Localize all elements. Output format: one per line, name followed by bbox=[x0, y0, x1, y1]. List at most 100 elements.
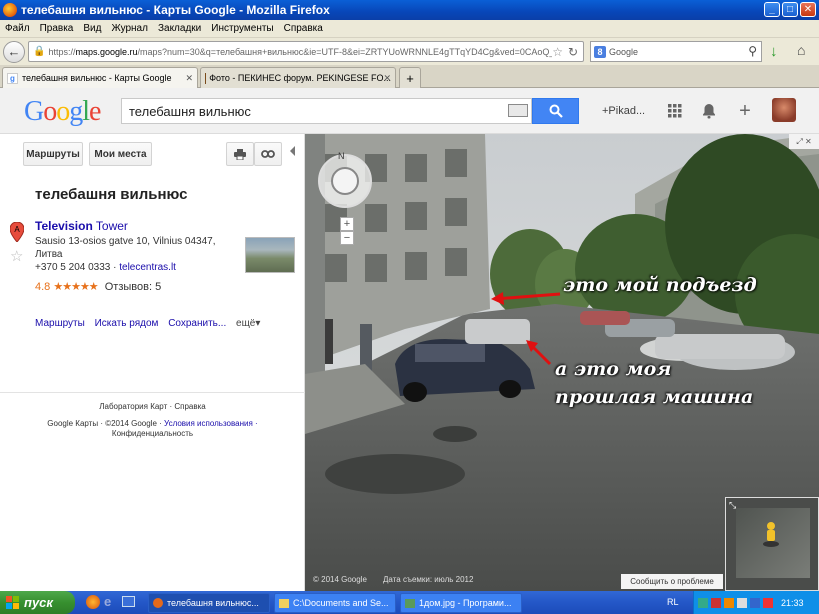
red-marker-a-icon[interactable]: A bbox=[10, 222, 24, 242]
menu-bar: Файл Правка Вид Журнал Закладки Инструме… bbox=[0, 20, 819, 38]
routes-button[interactable]: Маршруты bbox=[23, 142, 83, 166]
taskbar-explorer-window[interactable]: C:\Documents and Se... bbox=[274, 593, 396, 613]
tab-forum-photo[interactable]: Фото - ПЕКИНЕС форум. PEKINGESE FO... ✕ bbox=[200, 67, 396, 88]
maps-search-input[interactable]: телебашня вильнюс bbox=[121, 98, 532, 124]
close-tab-icon[interactable]: ✕ bbox=[185, 73, 193, 84]
close-tab-icon[interactable]: ✕ bbox=[383, 73, 391, 84]
address-line: Sausio 13-osios gatve 10, Vilnius 04347,… bbox=[35, 236, 216, 260]
google-header: Google телебашня вильнюс +Pikad... + bbox=[0, 88, 819, 134]
privacy-link[interactable]: Конфиденциальность bbox=[0, 428, 305, 439]
url-domain: maps.google.ru bbox=[75, 46, 138, 57]
more-link[interactable]: ещё▾ bbox=[236, 318, 260, 329]
place-photo-thumbnail[interactable] bbox=[245, 237, 295, 273]
add-star-icon[interactable]: ☆ bbox=[10, 247, 23, 265]
taskbar-firefox-window[interactable]: телебашня вильнюс... bbox=[148, 593, 270, 613]
firefox-quicklaunch-icon[interactable] bbox=[86, 595, 100, 609]
tab-google-maps[interactable]: g телебашня вильнюс - Карты Google ✕ bbox=[2, 67, 198, 88]
website-link[interactable]: telecentras.lt bbox=[119, 262, 176, 273]
street-view-panorama[interactable]: N + − ⤢ ✕ это мой подъезд а это моя прош… bbox=[305, 134, 819, 591]
menu-view[interactable]: Вид bbox=[78, 23, 106, 34]
google-logo[interactable]: Google bbox=[24, 96, 101, 128]
rating-value: 4.8 bbox=[35, 281, 51, 293]
save-link[interactable]: Сохранить... bbox=[168, 318, 226, 329]
pan-control[interactable]: N bbox=[318, 151, 372, 208]
menu-bookmarks[interactable]: Закладки bbox=[153, 23, 206, 34]
print-button[interactable] bbox=[226, 142, 254, 166]
link-button[interactable] bbox=[254, 142, 282, 166]
windows-taskbar: пуск e телебашня вильнюс... C:\Documents… bbox=[0, 591, 819, 614]
directions-link[interactable]: Маршруты bbox=[35, 318, 85, 329]
reload-icon[interactable]: ↻ bbox=[567, 45, 578, 59]
home-icon[interactable]: ⌂ bbox=[797, 42, 805, 58]
mini-map[interactable]: ⤡ bbox=[725, 497, 819, 591]
clock[interactable]: 21:33 bbox=[781, 598, 804, 608]
menu-history[interactable]: Журнал bbox=[106, 23, 153, 34]
google-plus-user-link[interactable]: +Pikad... bbox=[602, 105, 645, 117]
browser-search-box[interactable]: 8 Google ⚲ bbox=[590, 41, 762, 62]
phone-number: +370 5 204 0333 bbox=[35, 262, 111, 273]
link-icon bbox=[261, 150, 275, 158]
divider bbox=[0, 392, 305, 393]
search-engine-icon[interactable]: 8 bbox=[594, 45, 606, 58]
search-icon bbox=[549, 104, 563, 118]
pegman-icon[interactable] bbox=[762, 521, 780, 547]
back-button[interactable]: ← bbox=[3, 40, 25, 63]
globe-icon: 🔒 bbox=[33, 46, 46, 57]
new-tab-button[interactable]: + bbox=[399, 67, 421, 88]
bookmark-star-icon[interactable]: ☆ bbox=[552, 45, 563, 59]
url-bar[interactable]: 🔒 https://maps.google.ru/maps?num=30&q=т… bbox=[28, 41, 584, 62]
menu-edit[interactable]: Правка bbox=[35, 23, 79, 34]
collapse-panel-icon[interactable] bbox=[290, 146, 295, 156]
place-name-second: Tower bbox=[95, 219, 128, 233]
window-title: телебашня вильнюс - Карты Google - Mozil… bbox=[21, 3, 330, 17]
zoom-out-button[interactable]: − bbox=[340, 231, 354, 245]
expand-minimap-icon[interactable]: ⤡ bbox=[729, 500, 736, 511]
download-icon[interactable]: ↓ bbox=[770, 43, 778, 60]
url-prefix: https:// bbox=[48, 46, 76, 57]
ie-quicklaunch-icon[interactable]: e bbox=[104, 594, 111, 609]
zoom-in-button[interactable]: + bbox=[340, 217, 354, 231]
report-problem-link[interactable]: Сообщить о проблеме bbox=[621, 574, 723, 589]
menu-help[interactable]: Справка bbox=[279, 23, 328, 34]
fullscreen-toggle-icon[interactable]: ⤢ ✕ bbox=[789, 134, 819, 149]
notifications-bell-icon[interactable] bbox=[700, 102, 718, 120]
minimize-button[interactable]: _ bbox=[764, 2, 780, 17]
rating-stars: ★★★★★ bbox=[53, 281, 98, 293]
window-titlebar[interactable]: телебашня вильнюс - Карты Google - Mozil… bbox=[0, 0, 819, 20]
my-places-button[interactable]: Мои места bbox=[89, 142, 152, 166]
search-icon[interactable]: ⚲ bbox=[748, 44, 757, 58]
start-button[interactable]: пуск bbox=[0, 591, 75, 614]
keyboard-icon[interactable] bbox=[508, 104, 528, 117]
apps-grid-icon[interactable] bbox=[666, 102, 684, 120]
taskbar-imageviewer-window[interactable]: 1дом.jpg - Програми... bbox=[400, 593, 522, 613]
share-plus-icon[interactable]: + bbox=[736, 100, 754, 122]
tray-network-icon[interactable] bbox=[698, 597, 708, 608]
desktop-quicklaunch-icon[interactable] bbox=[122, 596, 135, 607]
avatar[interactable] bbox=[772, 98, 796, 122]
maps-search-button[interactable] bbox=[532, 98, 579, 124]
tray-app-icon[interactable] bbox=[724, 597, 734, 608]
place-name-first: Television bbox=[35, 219, 93, 233]
rating-row: 4.8 ★★★★★ Отзывов: 5 bbox=[35, 280, 161, 293]
place-name-link[interactable]: Television Tower bbox=[35, 219, 128, 233]
tray-volume-icon[interactable] bbox=[737, 597, 747, 608]
annotation-car-line1: а это моя bbox=[555, 358, 672, 380]
map-copyright: © 2014 Google bbox=[313, 575, 367, 584]
maps-labs-help-links[interactable]: Лаборатория Карт · Справка bbox=[0, 401, 305, 412]
language-indicator[interactable]: RL bbox=[667, 597, 679, 607]
tab-label: телебашня вильнюс - Карты Google bbox=[22, 73, 172, 83]
terms-link[interactable]: Условия использования · bbox=[164, 419, 258, 428]
tab-label: Фото - ПЕКИНЕС форум. PEKINGESE FO... bbox=[209, 73, 391, 83]
search-nearby-link[interactable]: Искать рядом bbox=[95, 318, 159, 329]
menu-file[interactable]: Файл bbox=[0, 23, 35, 34]
menu-tools[interactable]: Инструменты bbox=[206, 23, 278, 34]
tray-security-icon[interactable] bbox=[750, 597, 760, 608]
close-button[interactable]: ✕ bbox=[800, 2, 816, 17]
maximize-button[interactable]: □ bbox=[782, 2, 798, 17]
tray-update-icon[interactable] bbox=[763, 597, 773, 608]
reviews-link[interactable]: Отзывов: 5 bbox=[105, 281, 161, 293]
tray-antivirus-icon[interactable] bbox=[711, 597, 721, 608]
copyright-text: Google Карты · ©2014 Google · bbox=[47, 419, 165, 428]
taskbar-image-icon bbox=[405, 598, 415, 608]
system-tray: 21:33 bbox=[693, 591, 819, 614]
